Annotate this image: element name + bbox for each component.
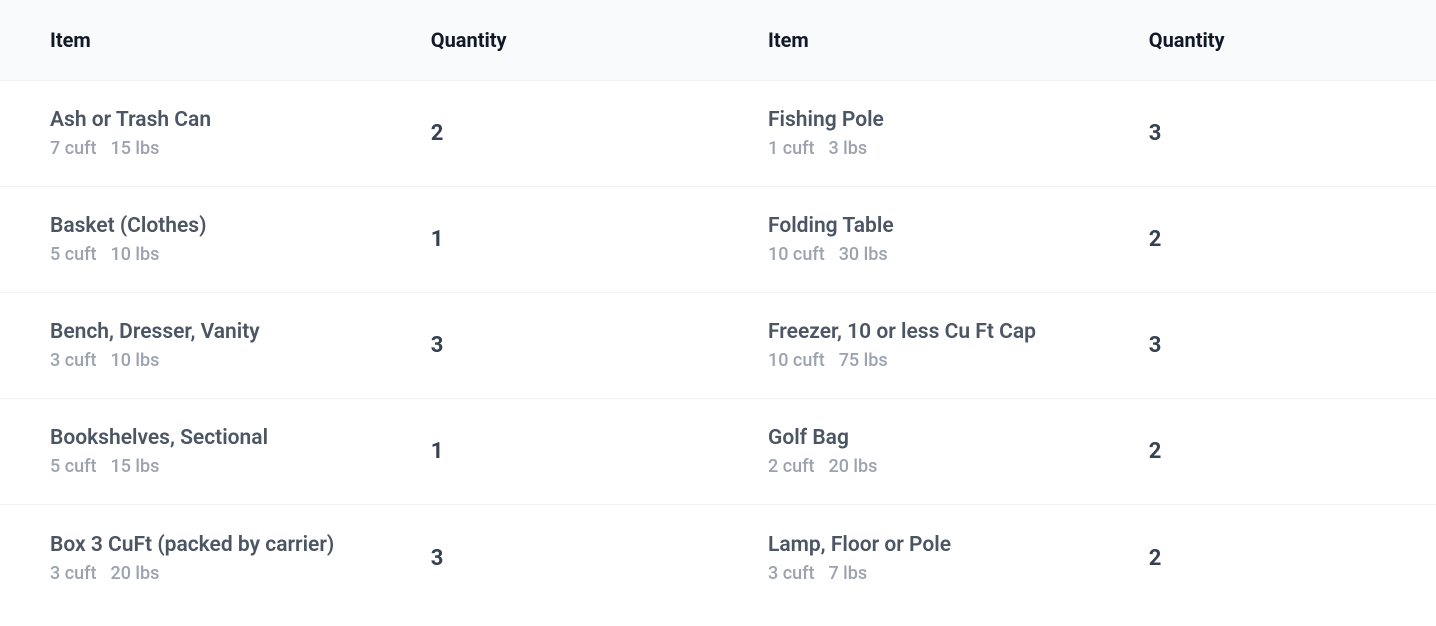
table-row: Bookshelves, Sectional 5 cuft 15 lbs 1 [0, 399, 718, 505]
quantity-value: 3 [431, 333, 718, 358]
item-name: Box 3 CuFt (packed by carrier) [50, 533, 431, 557]
item-cell: Lamp, Floor or Pole 3 cuft 7 lbs [718, 533, 1149, 584]
quantity-value: 2 [431, 121, 718, 146]
item-lbs: 3 lbs [828, 138, 867, 159]
item-cuft: 5 cuft [50, 244, 96, 265]
item-name: Bench, Dresser, Vanity [50, 320, 431, 344]
item-cell: Fishing Pole 1 cuft 3 lbs [718, 108, 1149, 159]
item-cuft: 3 cuft [50, 563, 96, 584]
item-name: Lamp, Floor or Pole [768, 533, 1149, 557]
quantity-value: 2 [1149, 546, 1436, 571]
item-lbs: 10 lbs [110, 244, 159, 265]
item-meta: 7 cuft 15 lbs [50, 138, 431, 159]
quantity-value: 2 [1149, 439, 1436, 464]
table-row: Bench, Dresser, Vanity 3 cuft 10 lbs 3 [0, 293, 718, 399]
item-meta: 10 cuft 30 lbs [768, 244, 1149, 265]
item-lbs: 10 lbs [110, 350, 159, 371]
item-cell: Ash or Trash Can 7 cuft 15 lbs [0, 108, 431, 159]
item-name: Bookshelves, Sectional [50, 426, 431, 450]
table-row: Golf Bag 2 cuft 20 lbs 2 [718, 399, 1436, 505]
header-quantity-label: Quantity [1149, 28, 1436, 52]
item-cuft: 5 cuft [50, 456, 96, 477]
right-table: Item Quantity Fishing Pole 1 cuft 3 lbs 3… [718, 0, 1436, 611]
quantity-value: 3 [1149, 333, 1436, 358]
item-cuft: 10 cuft [768, 350, 825, 371]
item-cell: Golf Bag 2 cuft 20 lbs [718, 426, 1149, 477]
item-meta: 5 cuft 15 lbs [50, 456, 431, 477]
quantity-value: 2 [1149, 227, 1436, 252]
item-lbs: 15 lbs [110, 138, 159, 159]
header-item-label: Item [0, 28, 431, 52]
item-name: Folding Table [768, 214, 1149, 238]
table-row: Fishing Pole 1 cuft 3 lbs 3 [718, 81, 1436, 187]
item-cell: Basket (Clothes) 5 cuft 10 lbs [0, 214, 431, 265]
item-meta: 3 cuft 10 lbs [50, 350, 431, 371]
header-item-label: Item [718, 28, 1149, 52]
table-header: Item Quantity [0, 0, 718, 81]
left-table: Item Quantity Ash or Trash Can 7 cuft15 … [0, 0, 718, 611]
item-name: Basket (Clothes) [50, 214, 431, 238]
item-meta: 1 cuft 3 lbs [768, 138, 1149, 159]
item-cell: Bench, Dresser, Vanity 3 cuft 10 lbs [0, 320, 431, 371]
table-row: Ash or Trash Can 7 cuft 15 lbs 2 [0, 81, 718, 187]
item-name: Ash or Trash Can [50, 108, 431, 132]
item-cell: Box 3 CuFt (packed by carrier) 3 cuft 20 … [0, 533, 431, 584]
item-cuft: 7 cuft [50, 138, 96, 159]
item-lbs: 75 lbs [839, 350, 888, 371]
quantity-value: 1 [431, 439, 718, 464]
table-row: Lamp, Floor or Pole 3 cuft 7 lbs 2 [718, 505, 1436, 611]
item-meta: 3 cuft 7 lbs [768, 563, 1149, 584]
item-lbs: 20 lbs [110, 563, 159, 584]
item-meta: 10 cuft 75 lbs [768, 350, 1149, 371]
item-meta: 2 cuft 20 lbs [768, 456, 1149, 477]
table-header: Item Quantity [718, 0, 1436, 81]
table-row: Box 3 CuFt (packed by carrier) 3 cuft 20 … [0, 505, 718, 611]
item-cell: Bookshelves, Sectional 5 cuft 15 lbs [0, 426, 431, 477]
item-lbs: 7 lbs [828, 563, 867, 584]
tables-container: Item Quantity Ash or Trash Can 7 cuft15 … [0, 0, 1436, 611]
quantity-value: 1 [431, 227, 718, 252]
item-cuft: 2 cuft [768, 456, 814, 477]
header-quantity-label: Quantity [431, 28, 718, 52]
item-lbs: 15 lbs [110, 456, 159, 477]
quantity-value: 3 [431, 546, 718, 571]
item-name: Freezer, 10 or less Cu Ft Cap [768, 320, 1149, 344]
item-cuft: 10 cuft [768, 244, 825, 265]
item-cell: Folding Table 10 cuft 30 lbs [718, 214, 1149, 265]
table-row: Basket (Clothes) 5 cuft 10 lbs 1 [0, 187, 718, 293]
item-cuft: 3 cuft [50, 350, 96, 371]
table-row: Freezer, 10 or less Cu Ft Cap 10 cuft 75 … [718, 293, 1436, 399]
item-name: Golf Bag [768, 426, 1149, 450]
quantity-value: 3 [1149, 121, 1436, 146]
item-cell: Freezer, 10 or less Cu Ft Cap 10 cuft 75 … [718, 320, 1149, 371]
item-lbs: 20 lbs [828, 456, 877, 477]
item-lbs: 30 lbs [839, 244, 888, 265]
item-meta: 3 cuft 20 lbs [50, 563, 431, 584]
table-row: Folding Table 10 cuft 30 lbs 2 [718, 187, 1436, 293]
item-name: Fishing Pole [768, 108, 1149, 132]
item-cuft: 3 cuft [768, 563, 814, 584]
item-meta: 5 cuft 10 lbs [50, 244, 431, 265]
item-cuft: 1 cuft [768, 138, 814, 159]
